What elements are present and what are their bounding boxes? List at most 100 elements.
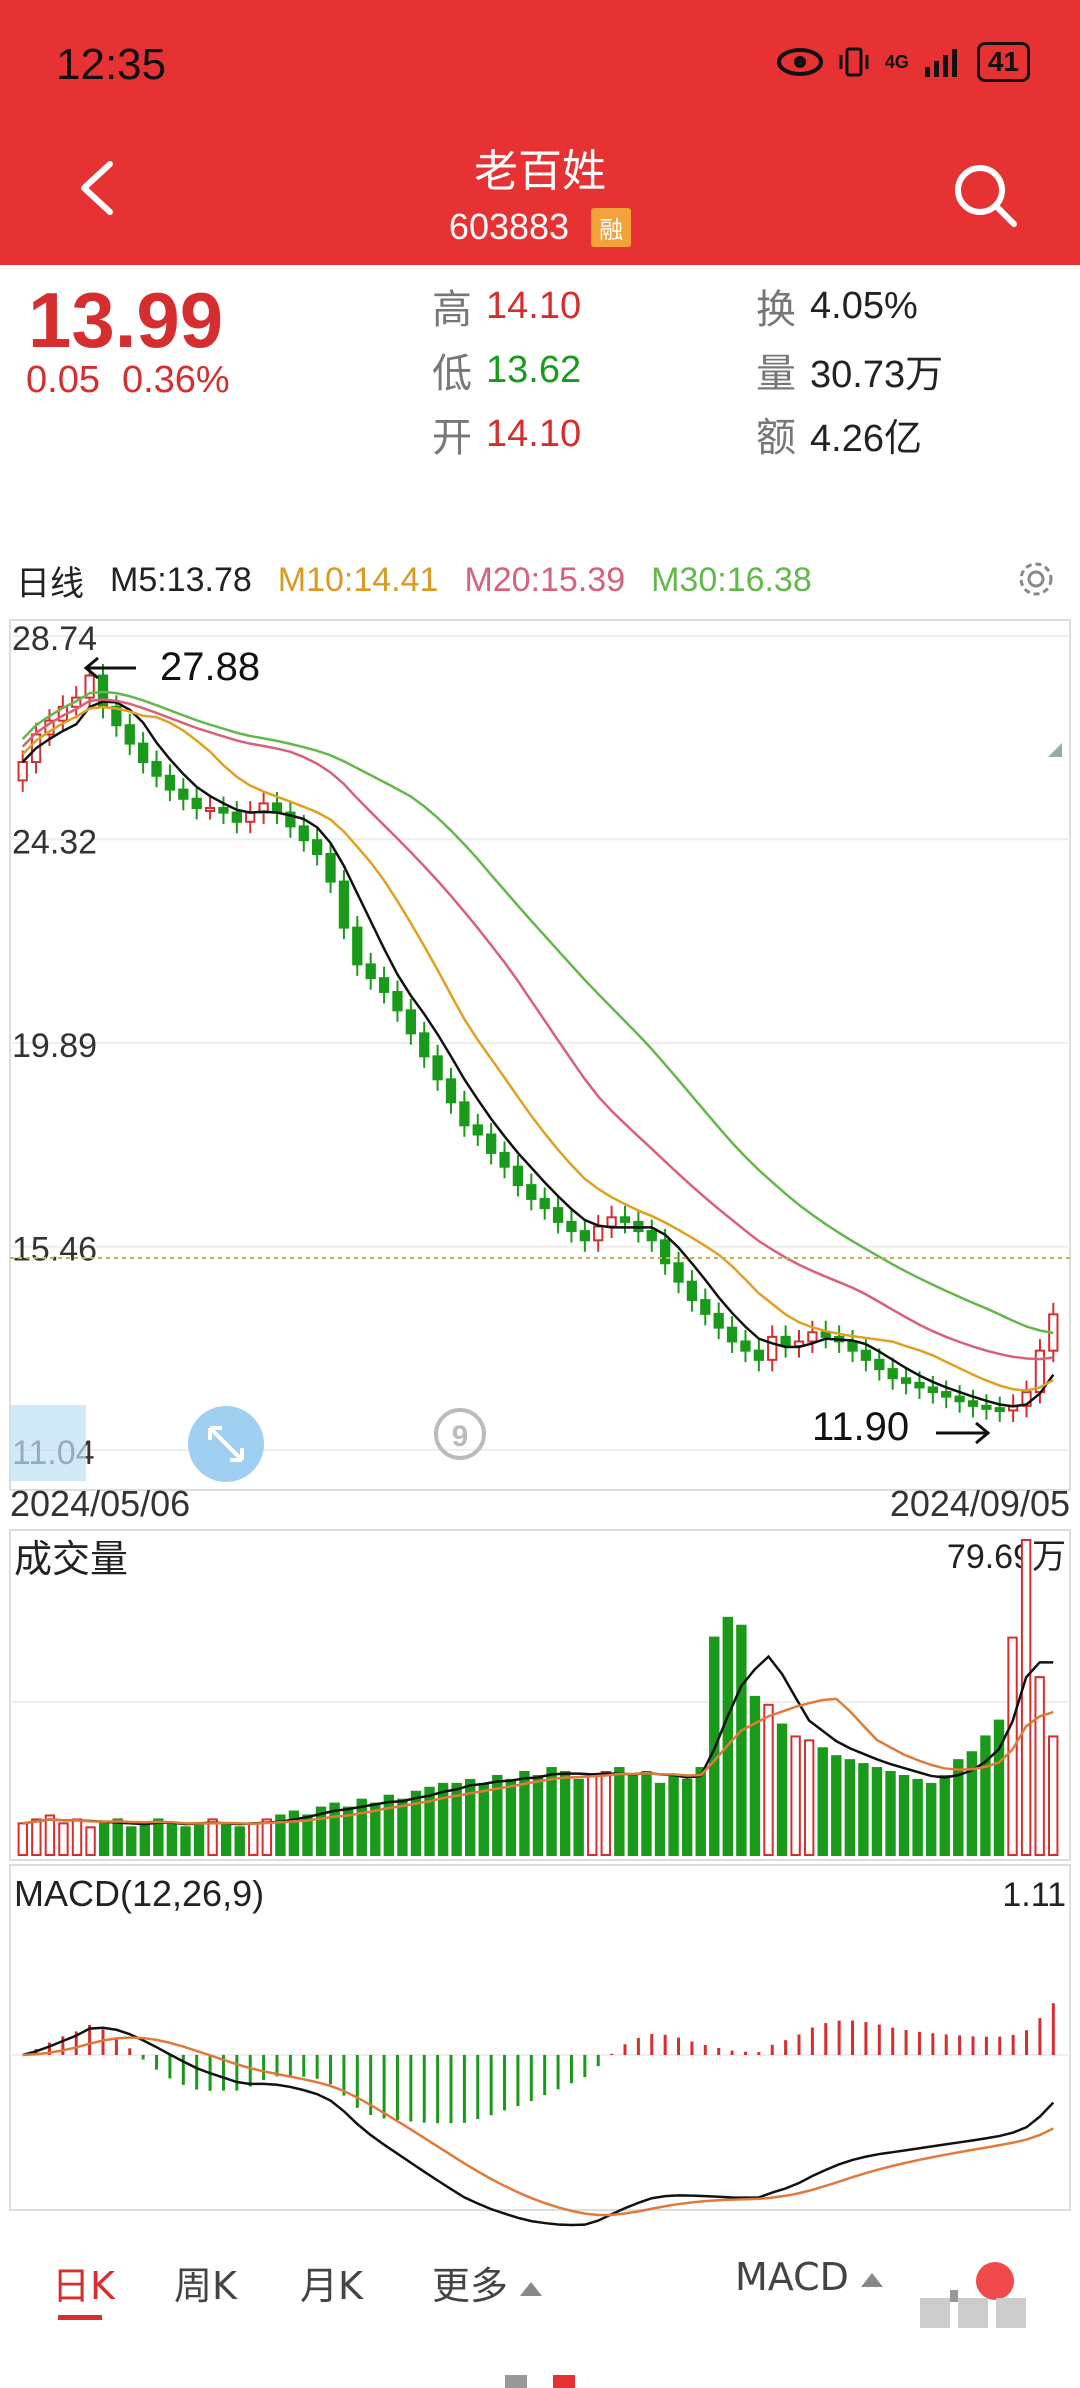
low-value: 13.62 — [486, 348, 582, 391]
volume-bar — [1048, 1735, 1059, 1857]
y-tick-label: 19.89 — [12, 1027, 97, 1065]
tab-monthly-k[interactable]: 月K — [300, 2255, 363, 2310]
tab-weekly-k[interactable]: 周K — [174, 2255, 237, 2310]
quote-col-prices: 高 14.10 低 13.62 开 14.10 — [432, 284, 582, 462]
candle-body — [392, 990, 403, 1012]
volume-bar — [641, 1770, 652, 1857]
nine-turn-icon[interactable]: 9 — [434, 1408, 486, 1460]
volume-bar — [858, 1763, 869, 1856]
volume-label: 量 — [756, 351, 796, 397]
volume-bar — [817, 1747, 828, 1856]
volume-bar — [58, 1822, 69, 1856]
candle-body — [432, 1055, 443, 1081]
tab-more[interactable]: 更多 — [432, 2255, 543, 2310]
indicator-label: MACD — [735, 2255, 849, 2299]
volume-bar — [1020, 1539, 1032, 1856]
candle-body — [459, 1101, 470, 1127]
candle-body — [124, 724, 135, 745]
bottom-nav: 日K 周K 月K 更多 MACD — [0, 2235, 1080, 2335]
macd-dif-line — [22, 2026, 1055, 2227]
volume-bar — [31, 1818, 42, 1857]
volume-value: 30.73万 — [810, 353, 944, 396]
stock-name: 老百姓 — [474, 146, 606, 197]
candle-body — [967, 1400, 979, 1407]
indicator-select[interactable]: MACD — [735, 2255, 883, 2299]
volume-bar — [790, 1735, 801, 1857]
open-value: 14.10 — [486, 412, 582, 455]
volume-bar — [112, 1818, 123, 1857]
ma10-label: M10:14.41 — [277, 560, 439, 599]
candle-body — [673, 1262, 684, 1283]
turnover-label: 换 — [756, 287, 796, 333]
start-date: 2024/05/06 — [10, 1483, 190, 1524]
candle-body — [312, 839, 323, 855]
macd-histogram — [34, 2003, 1055, 2124]
candle-body — [981, 1404, 992, 1410]
layout-toggle-icon[interactable] — [920, 2290, 1030, 2330]
high-annotation: 27.88 — [160, 645, 260, 689]
candle-body — [606, 1216, 617, 1228]
candle-body — [954, 1395, 965, 1403]
volume-bar — [166, 1822, 178, 1856]
candle-body — [325, 852, 336, 883]
open-label: 开 — [432, 415, 472, 461]
volume-bar — [180, 1826, 191, 1857]
volume-bar — [912, 1778, 923, 1857]
end-date: 2024/09/05 — [890, 1483, 1070, 1524]
candle-body — [138, 742, 149, 764]
ma-legend-bar: 日线 M5:13.78 M10:14.41 M20:15.39 M30:16.3… — [0, 545, 1080, 615]
candle-body — [419, 1032, 430, 1058]
candle-body — [472, 1124, 483, 1136]
quote-panel: 13.99 0.05 0.36% 高 14.10 低 13.62 开 14.10 换4… — [0, 265, 1080, 757]
side-panel-toggle[interactable] — [10, 1405, 86, 1481]
volume-bar — [126, 1826, 137, 1857]
volume-bar — [695, 1767, 706, 1856]
volume-bar — [383, 1794, 395, 1857]
gear-icon[interactable] — [1016, 559, 1056, 599]
tab-daily-k[interactable]: 日K — [52, 2255, 115, 2310]
amount-label: 额 — [756, 415, 796, 461]
candle-body — [526, 1184, 537, 1200]
volume-bar — [17, 1822, 28, 1856]
tab-underline — [58, 2315, 102, 2320]
change-row: 0.05 0.36% — [26, 359, 230, 402]
vibrate-icon — [839, 47, 869, 77]
margin-badge: 融 — [591, 207, 632, 247]
volume-bar — [85, 1826, 96, 1857]
y-tick-label: 15.46 — [12, 1231, 97, 1269]
volume-bar — [898, 1774, 910, 1856]
eye-icon — [776, 48, 823, 76]
search-icon[interactable] — [950, 160, 1020, 230]
high-value: 14.10 — [486, 284, 582, 327]
volume-max: 79.69万 — [947, 1538, 1066, 1576]
chart-area[interactable]: 28.7424.3219.8915.4611.04 27.88 11.90 9 … — [0, 610, 1080, 2230]
candle-body — [994, 1407, 1005, 1413]
svg-text:9: 9 — [452, 1420, 469, 1453]
kline-y-ticks: 28.7424.3219.8915.4611.04 — [12, 620, 97, 1472]
candle-body — [700, 1299, 711, 1315]
volume-bar — [722, 1616, 734, 1857]
candle-body — [365, 963, 376, 980]
chevron-up-icon — [860, 2272, 883, 2287]
candle-body — [860, 1349, 872, 1361]
stock-code-row: 603883 融 — [0, 206, 1080, 248]
fullscreen-icon[interactable] — [188, 1406, 264, 1482]
amount-value: 4.26亿 — [810, 417, 922, 460]
candle-body — [740, 1340, 751, 1352]
volume-bar — [546, 1767, 557, 1856]
candle-body — [17, 761, 28, 782]
volume-bar — [437, 1782, 449, 1856]
battery-icon: 41 — [976, 42, 1030, 82]
volume-bar — [220, 1822, 232, 1856]
candle-body — [887, 1368, 898, 1380]
candle-body — [178, 788, 189, 800]
candle-body — [245, 811, 256, 823]
volume-bar — [627, 1774, 639, 1856]
volume-bar — [397, 1798, 408, 1856]
volume-bar — [153, 1818, 164, 1857]
candle-body — [352, 926, 363, 966]
last-price: 13.99 — [28, 276, 224, 364]
volume-bar — [668, 1774, 679, 1856]
candle-body — [338, 880, 350, 929]
candle-body — [512, 1165, 524, 1187]
